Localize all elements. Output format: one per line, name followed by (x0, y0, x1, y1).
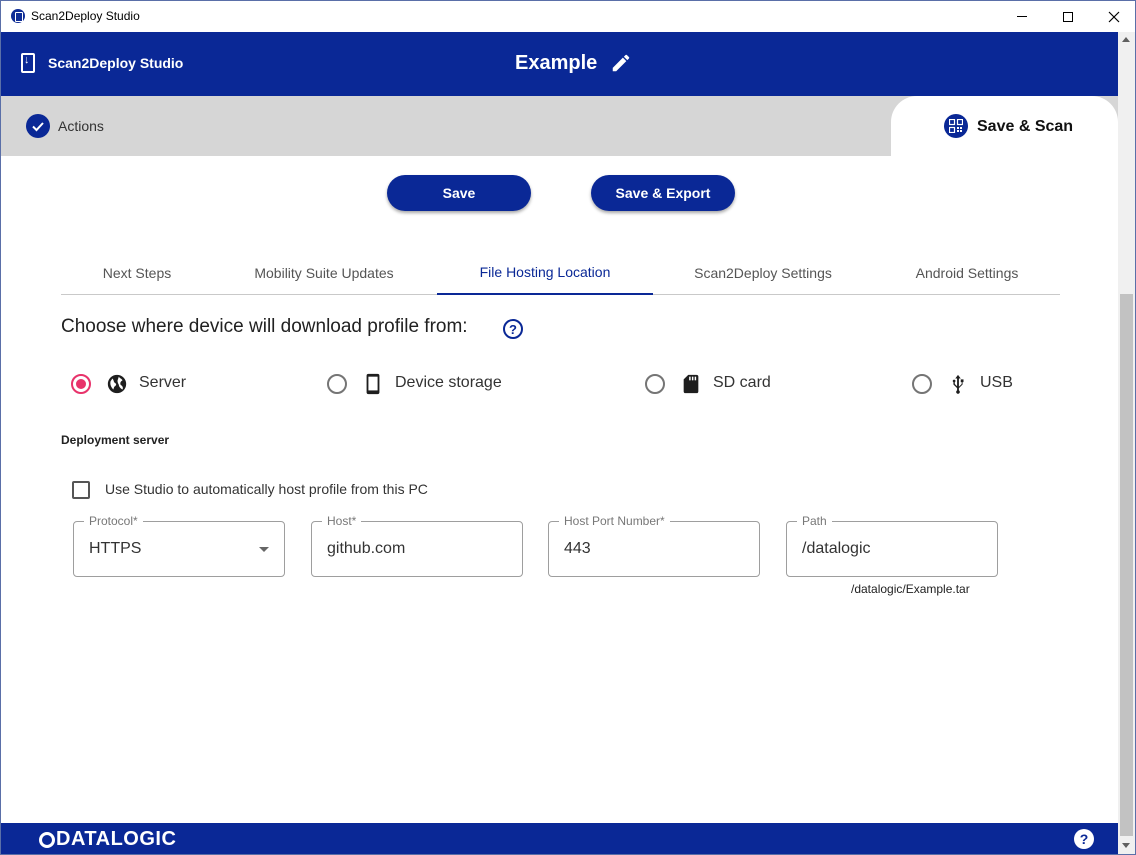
download-device-icon (21, 53, 35, 73)
sd-card-icon (683, 374, 699, 394)
logo-ring-icon (39, 831, 55, 848)
datalogic-logo: DATALOGIC (39, 828, 176, 851)
protocol-select[interactable]: Protocol* HTTPS (73, 514, 285, 577)
tab-mobility-suite-updates[interactable]: Mobility Suite Updates (229, 251, 419, 294)
host-value: github.com (327, 540, 406, 557)
protocol-field-label: Protocol* (84, 514, 143, 528)
host-field[interactable]: Host* github.com (311, 514, 523, 577)
scrollbar-thumb[interactable] (1120, 294, 1133, 836)
radio-device-storage[interactable] (327, 374, 347, 394)
window-title: Scan2Deploy Studio (31, 9, 140, 23)
host-field-label: Host* (322, 514, 362, 528)
app-brand: Scan2Deploy Studio (48, 55, 184, 71)
radio-server[interactable] (71, 374, 91, 394)
globe-icon (107, 374, 127, 394)
footer-help-icon[interactable]: ? (1074, 829, 1094, 849)
option-usb-label[interactable]: USB (980, 374, 1013, 392)
path-field[interactable]: Path /datalogic (786, 514, 998, 577)
deployment-server-label: Deployment server (61, 433, 170, 447)
maximize-icon (1063, 11, 1073, 22)
minimize-button[interactable] (999, 1, 1045, 32)
tab-scan2deploy-settings[interactable]: Scan2Deploy Settings (671, 251, 855, 294)
project-title: Example (515, 52, 598, 74)
dropdown-arrow-icon[interactable] (259, 547, 269, 552)
port-value: 443 (564, 540, 591, 557)
help-icon[interactable]: ? (503, 319, 523, 339)
tab-android-settings[interactable]: Android Settings (891, 251, 1043, 294)
close-window-button[interactable] (1091, 1, 1135, 32)
step-actions-check-icon[interactable] (26, 114, 50, 138)
path-value: /datalogic (802, 540, 871, 557)
minimize-icon (1017, 16, 1027, 17)
radio-sd-card[interactable] (645, 374, 665, 394)
footer: DATALOGIC ? (1, 823, 1118, 854)
save-button[interactable]: Save (387, 175, 531, 211)
option-server-label[interactable]: Server (139, 374, 186, 392)
app-header: Scan2Deploy Studio Example (1, 32, 1118, 96)
close-icon (1108, 11, 1120, 22)
auto-host-label[interactable]: Use Studio to automatically host profile… (105, 481, 428, 497)
path-helper-text: /datalogic/Example.tar (851, 582, 970, 596)
qr-code-icon (944, 114, 968, 138)
usb-icon (952, 374, 964, 394)
pencil-icon[interactable] (610, 52, 632, 74)
scroll-up-icon[interactable] (1122, 37, 1130, 42)
app-icon (11, 9, 25, 23)
step-save-scan-label[interactable]: Save & Scan (977, 118, 1073, 136)
window-titlebar[interactable]: Scan2Deploy Studio (1, 1, 1135, 32)
tab-next-steps[interactable]: Next Steps (61, 251, 213, 294)
logo-text: DATALOGIC (56, 828, 177, 850)
hosting-heading: Choose where device will download profil… (61, 316, 468, 337)
vertical-scrollbar[interactable] (1118, 32, 1135, 854)
step-actions-label[interactable]: Actions (58, 118, 104, 134)
path-field-label: Path (797, 514, 832, 528)
settings-tabs: Next Steps Mobility Suite Updates File H… (61, 251, 1060, 295)
protocol-value: HTTPS (89, 540, 142, 557)
scroll-down-icon[interactable] (1122, 843, 1130, 848)
app-window: Scan2Deploy Studio Scan2Deploy Studio Ex… (0, 0, 1136, 855)
option-device-storage-label[interactable]: Device storage (395, 374, 502, 392)
phone-icon (366, 373, 380, 395)
tab-file-hosting-location[interactable]: File Hosting Location (437, 251, 653, 295)
option-sd-card-label[interactable]: SD card (713, 374, 771, 392)
port-field-label: Host Port Number* (559, 514, 670, 528)
auto-host-checkbox[interactable] (72, 481, 90, 499)
save-export-button[interactable]: Save & Export (591, 175, 735, 211)
radio-usb[interactable] (912, 374, 932, 394)
maximize-button[interactable] (1045, 1, 1091, 32)
port-field[interactable]: Host Port Number* 443 (548, 514, 760, 577)
